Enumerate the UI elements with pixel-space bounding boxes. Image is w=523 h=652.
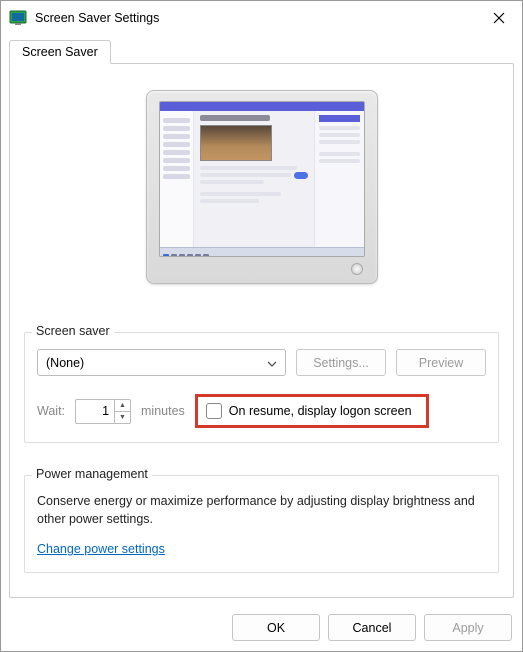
wait-spinner[interactable]: 1 ▲ ▼ [75, 399, 131, 424]
wait-value: 1 [76, 400, 114, 423]
resume-checkbox[interactable] [206, 403, 222, 419]
monitor-screen [159, 101, 365, 257]
close-button[interactable] [476, 1, 522, 35]
power-group-label: Power management [32, 467, 152, 481]
screensaver-app-icon [9, 9, 27, 27]
screensaver-dropdown[interactable]: (None) [37, 349, 286, 376]
power-text: Conserve energy or maximize performance … [37, 492, 486, 528]
titlebar: Screen Saver Settings [1, 1, 522, 35]
monitor-preview [146, 90, 378, 284]
preview-area [24, 90, 499, 284]
window-title: Screen Saver Settings [35, 11, 476, 25]
resume-label: On resume, display logon screen [229, 404, 412, 418]
resume-highlight-box: On resume, display logon screen [195, 394, 429, 428]
close-icon [493, 12, 505, 24]
tab-panel: Screen saver (None) Settings... Preview … [9, 63, 514, 598]
ok-button[interactable]: OK [232, 614, 320, 641]
chevron-down-icon [267, 356, 277, 370]
screensaver-group: Screen saver (None) Settings... Preview … [24, 314, 499, 443]
apply-button[interactable]: Apply [424, 614, 512, 641]
wait-label: Wait: [37, 404, 65, 418]
cancel-button[interactable]: Cancel [328, 614, 416, 641]
monitor-power-icon [351, 263, 363, 275]
screen-saver-settings-window: Screen Saver Settings Screen Saver [0, 0, 523, 652]
preview-button[interactable]: Preview [396, 349, 486, 376]
tab-screen-saver[interactable]: Screen Saver [9, 40, 111, 64]
dialog-footer: OK Cancel Apply [1, 606, 522, 651]
spinner-down-icon[interactable]: ▼ [115, 412, 130, 423]
wait-unit: minutes [141, 404, 185, 418]
change-power-settings-link[interactable]: Change power settings [37, 542, 165, 556]
tab-strip: Screen Saver [1, 35, 522, 63]
screensaver-dropdown-value: (None) [46, 356, 84, 370]
settings-button[interactable]: Settings... [296, 349, 386, 376]
spinner-up-icon[interactable]: ▲ [115, 400, 130, 412]
power-group: Power management Conserve energy or maxi… [24, 457, 499, 573]
screensaver-group-label: Screen saver [32, 324, 114, 338]
